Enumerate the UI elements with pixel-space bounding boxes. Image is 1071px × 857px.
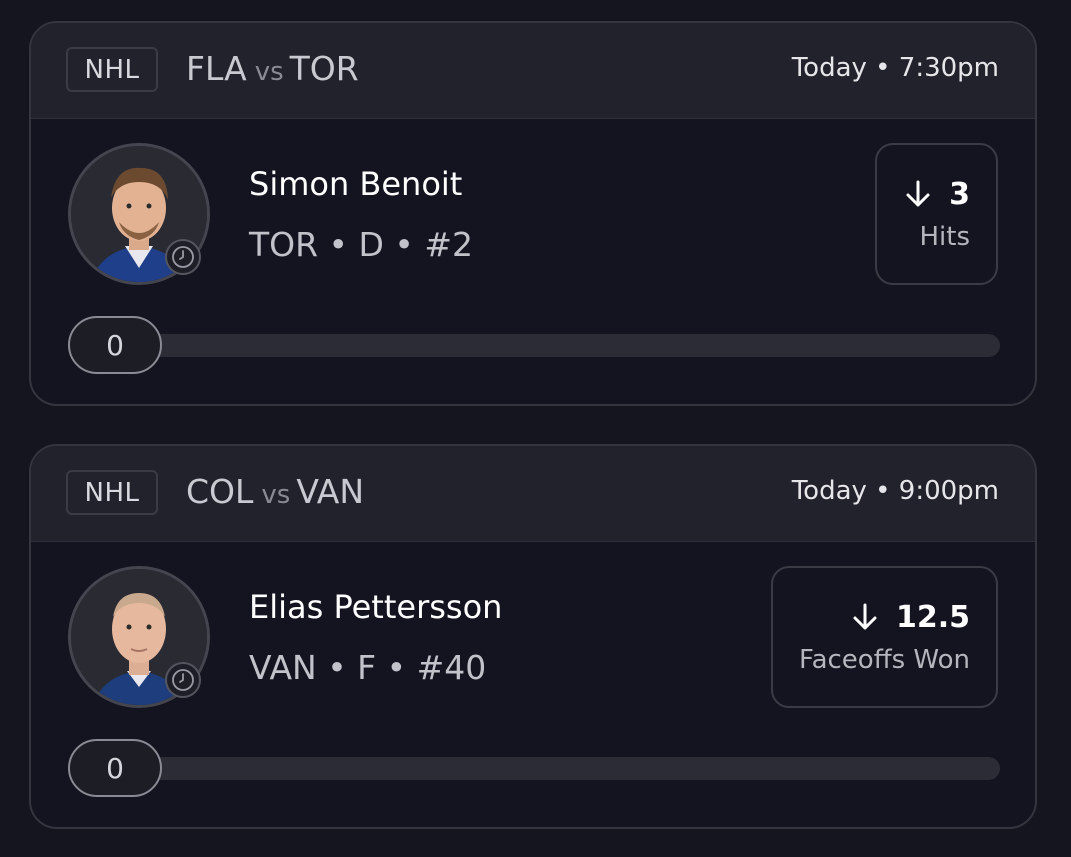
player-meta: VAN • F • #40 [249,648,487,687]
clock-icon [165,662,201,698]
player-avatar-wrap[interactable] [68,143,210,285]
player-avatar-wrap[interactable] [68,566,210,708]
vs-label: vs [261,480,291,510]
stat-label: Hits [919,221,970,252]
arrow-down-icon [853,603,877,630]
player-name: Elias Pettersson [249,588,503,626]
progress-track [68,334,1000,357]
clock-icon [165,239,201,275]
player-name: Simon Benoit [249,165,463,203]
home-team: VAN [296,472,365,511]
league-badge: NHL [66,470,158,515]
stat-line-button[interactable]: 12.5 Faceoffs Won [771,566,998,708]
stat-line: 3 [903,177,970,212]
game-time: Today • 7:30pm [791,53,999,83]
away-team: COL [186,472,254,511]
player-meta: TOR • D • #2 [249,225,474,264]
matchup: COL vs VAN [186,472,364,511]
matchup: FLA vs TOR [186,49,359,88]
progress-track [68,757,1000,780]
stat-label: Faceoffs Won [799,644,970,675]
card-header: NHL FLA vs TOR Today • 7:30pm [31,23,1035,119]
game-time: Today • 9:00pm [791,476,999,506]
progress-value: 0 [68,316,162,374]
vs-label: vs [254,57,284,87]
away-team: FLA [186,49,247,88]
stat-value: 3 [949,176,970,212]
card-header: NHL COL vs VAN Today • 9:00pm [31,446,1035,542]
prop-card[interactable]: NHL FLA vs TOR Today • 7:30pm Simon Beno… [29,21,1037,406]
prop-card[interactable]: NHL COL vs VAN Today • 9:00pm Elias Pett… [29,444,1037,829]
home-team: TOR [289,49,359,88]
stat-value: 12.5 [895,599,970,635]
league-badge: NHL [66,47,158,92]
progress-value: 0 [68,739,162,797]
stat-line: 12.5 [850,600,970,635]
arrow-down-icon [906,180,930,207]
stat-line-button[interactable]: 3 Hits [875,143,998,285]
